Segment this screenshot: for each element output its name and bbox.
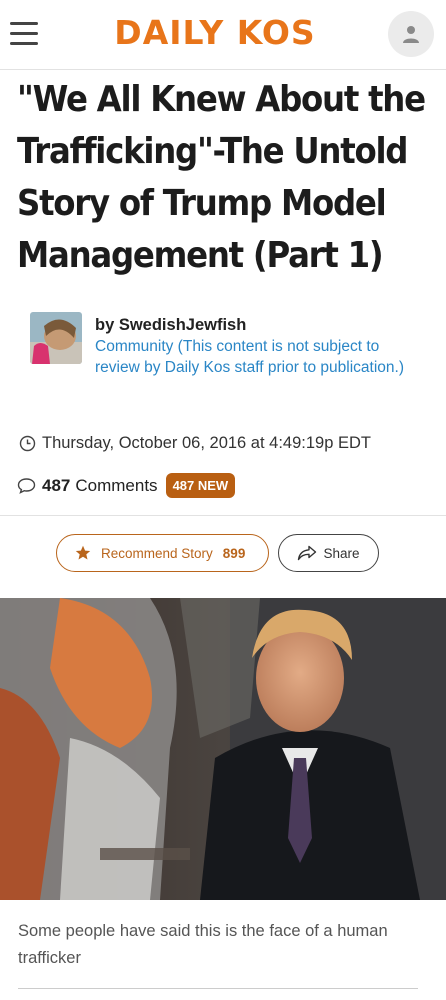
publish-date: Thursday, October 06, 2016 at 4:49:19p E… (19, 434, 371, 453)
site-logo[interactable]: DAILY KOS (108, 13, 322, 52)
comments-count: 487 (42, 475, 71, 495)
clock-icon (19, 435, 36, 452)
hamburger-icon[interactable] (10, 22, 38, 46)
share-button[interactable]: Share (278, 534, 379, 572)
article-lead-photo (0, 598, 446, 900)
divider (0, 515, 446, 516)
top-navigation-bar: DAILY KOS (0, 0, 446, 70)
star-icon (75, 545, 91, 560)
caption-divider (18, 988, 418, 989)
account-button[interactable] (388, 11, 434, 57)
photo-caption: Some people have said this is the face o… (18, 922, 388, 967)
comment-bubble-icon (17, 478, 36, 494)
recommend-label: Recommend Story (101, 545, 213, 561)
new-comments-badge[interactable]: 487 NEW (165, 473, 236, 498)
community-disclaimer-link[interactable]: Community (This content is not subject t… (95, 337, 405, 378)
date-text: Thursday, October 06, 2016 at 4:49:19p E… (42, 434, 371, 452)
share-arrow-icon (298, 545, 317, 561)
author-byline[interactable]: by SwedishJewfish (95, 316, 415, 335)
author-avatar[interactable] (30, 312, 82, 364)
recommend-story-button[interactable]: Recommend Story 899 (56, 534, 269, 572)
article-title: "We All Knew About the Trafficking"-The … (17, 79, 426, 276)
comments-label: Comments (75, 475, 158, 495)
recommend-count: 899 (222, 545, 246, 561)
comments-summary[interactable]: 487 Comments 487 NEW (17, 473, 236, 498)
user-icon (403, 26, 419, 43)
share-label: Share (323, 545, 360, 561)
